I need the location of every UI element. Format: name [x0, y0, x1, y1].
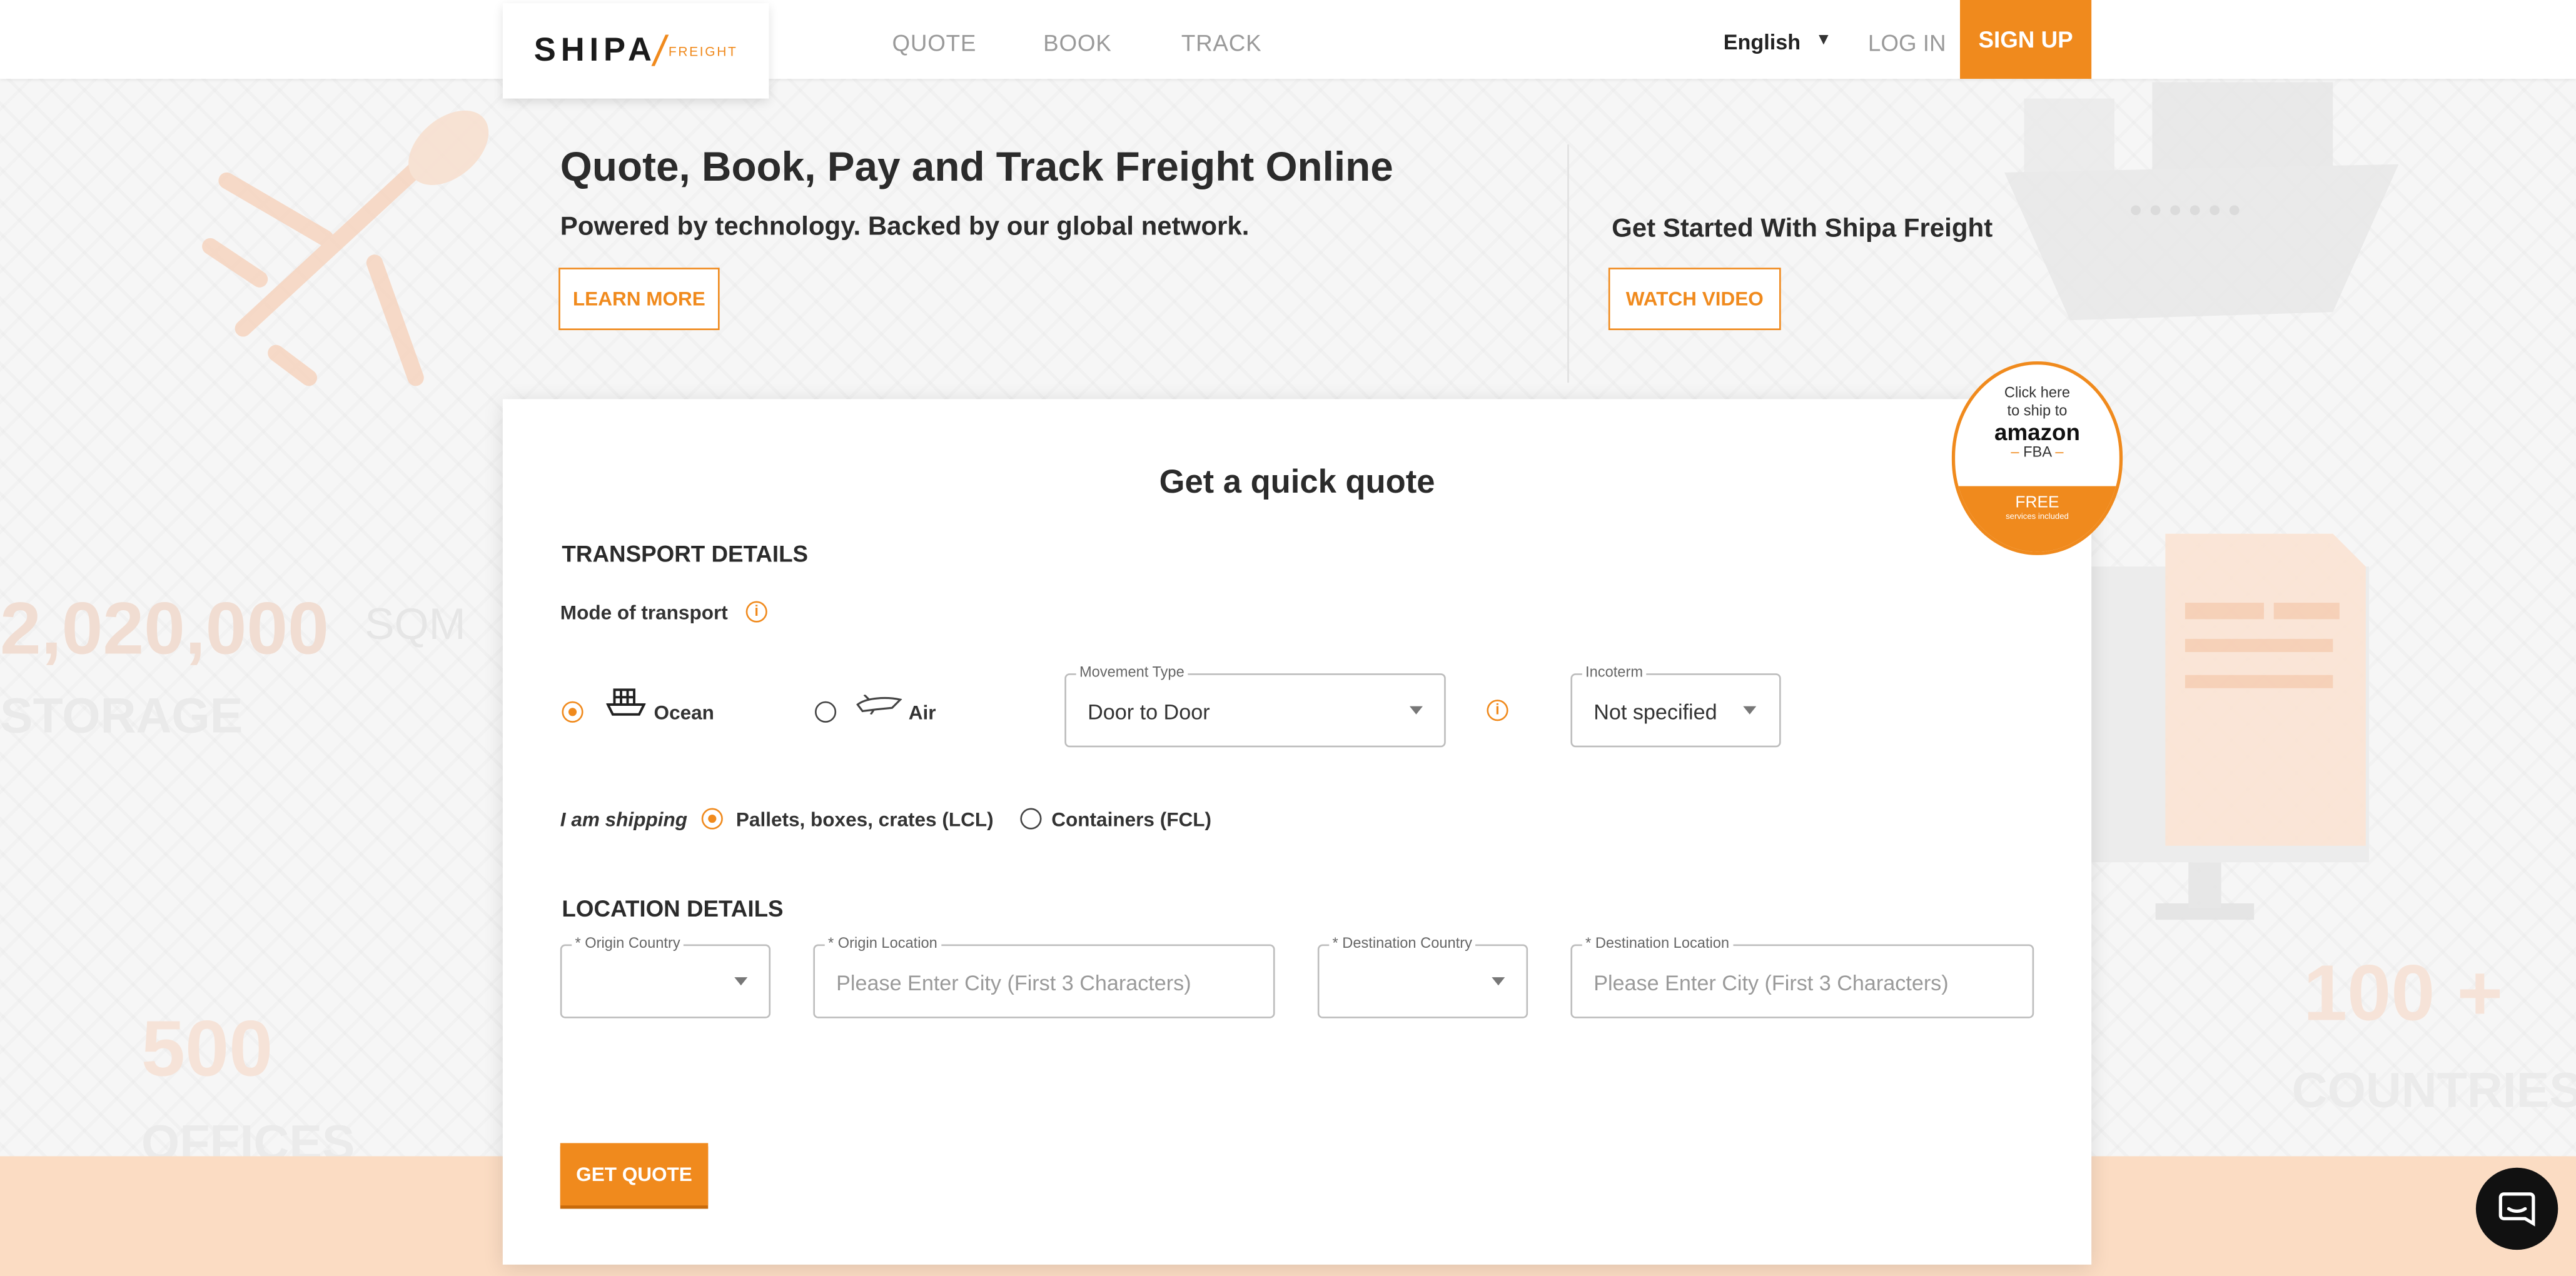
chevron-down-icon	[734, 977, 748, 986]
mode-of-transport-label: Mode of transport	[560, 601, 728, 625]
quick-quote-card: Get a quick quote TRANSPORT DETAILS Mode…	[502, 399, 2092, 1265]
amazon-badge-free-section: FREE services included	[1955, 486, 2119, 552]
offices-stat-value: 500	[141, 1007, 273, 1094]
ocean-radio[interactable]	[562, 701, 583, 723]
logo-subtext: FREIGHT	[668, 43, 738, 59]
origin-location-input[interactable]: * Origin Location Please Enter City (Fir…	[813, 934, 1275, 1018]
incoterm-value: Not specified	[1594, 700, 1717, 725]
nav-quote-link[interactable]: QUOTE	[892, 29, 976, 56]
lcl-radio[interactable]	[701, 808, 723, 830]
ship-icon	[606, 688, 646, 716]
movement-type-label: Movement Type	[1076, 663, 1188, 680]
chat-button[interactable]	[2475, 1167, 2558, 1250]
origin-country-select[interactable]: * Origin Country	[560, 934, 771, 1018]
countries-stat-label: COUNTRIES	[2291, 1064, 2576, 1118]
logo[interactable]: SHIPA / FREIGHT	[502, 3, 769, 99]
document-monitor-illustration	[2089, 533, 2370, 920]
countries-stat-value: 100 +	[2303, 951, 2503, 1038]
quick-quote-title: Get a quick quote	[1159, 465, 1435, 501]
fcl-radio[interactable]	[1020, 808, 1042, 830]
nav-book-link[interactable]: BOOK	[1043, 29, 1111, 56]
info-icon[interactable]: i	[745, 601, 767, 623]
location-details-heading: LOCATION DETAILS	[562, 895, 784, 922]
destination-country-label: * Destination Country	[1329, 934, 1476, 952]
amazon-logo-text: amazon	[1994, 418, 2080, 445]
lcl-label[interactable]: Pallets, boxes, crates (LCL)	[736, 808, 994, 831]
watch-video-button[interactable]: WATCH VIDEO	[1608, 268, 1781, 331]
login-link[interactable]: LOG IN	[1868, 29, 1946, 56]
i-am-shipping-label: I am shipping	[560, 808, 687, 831]
learn-more-button[interactable]: LEARN MORE	[558, 268, 720, 331]
plane-icon	[856, 695, 902, 715]
amazon-badge-line1: Click here	[2004, 384, 2071, 401]
incoterm-select[interactable]: Incoterm Not specified	[1570, 663, 1781, 748]
hero-subtitle: Powered by technology. Backed by our glo…	[560, 213, 1250, 242]
origin-location-label: * Origin Location	[824, 934, 941, 952]
storage-stat-label: STORAGE	[0, 690, 243, 745]
top-navigation	[0, 0, 2576, 79]
get-started-heading: Get Started With Shipa Freight	[1612, 215, 1993, 243]
chevron-down-icon	[1743, 706, 1757, 715]
origin-location-placeholder: Please Enter City (First 3 Characters)	[836, 970, 1191, 995]
storage-stat-value: 2,020,000	[0, 586, 329, 670]
get-quote-button[interactable]: GET QUOTE	[560, 1143, 709, 1206]
fba-label-row: – FBA –	[2011, 443, 2064, 460]
hero-divider	[1567, 144, 1569, 383]
signup-button[interactable]: SIGN UP	[1960, 0, 2092, 79]
ocean-label[interactable]: Ocean	[654, 701, 714, 725]
chevron-down-icon	[1409, 706, 1423, 715]
movement-type-value: Door to Door	[1088, 700, 1210, 725]
movement-type-select[interactable]: Movement Type Door to Door	[1064, 663, 1446, 748]
hero-title: Quote, Book, Pay and Track Freight Onlin…	[560, 144, 1393, 191]
chevron-down-icon[interactable]: ▼	[1816, 31, 1832, 49]
destination-location-placeholder: Please Enter City (First 3 Characters)	[1594, 970, 1949, 995]
free-label: FREE	[2015, 494, 2059, 513]
info-icon[interactable]: i	[1487, 700, 1508, 721]
amazon-fba-badge[interactable]: Click here to ship to amazon – FBA – FRE…	[1951, 361, 2123, 555]
chat-icon	[2498, 1192, 2535, 1227]
logo-text: SHIPA	[533, 32, 657, 69]
fba-label: FBA	[2023, 443, 2051, 460]
incoterm-label: Incoterm	[1582, 663, 1647, 680]
origin-country-label: * Origin Country	[572, 934, 684, 952]
fcl-label[interactable]: Containers (FCL)	[1051, 808, 1211, 831]
air-label[interactable]: Air	[909, 701, 936, 725]
air-radio[interactable]	[814, 701, 837, 723]
transport-details-heading: TRANSPORT DETAILS	[562, 540, 809, 567]
nav-track-link[interactable]: TRACK	[1181, 29, 1262, 56]
storage-stat-unit: SQM	[365, 599, 466, 649]
ship-illustration	[2004, 82, 2399, 321]
destination-country-select[interactable]: * Destination Country	[1317, 934, 1528, 1018]
airplane-illustration	[202, 110, 489, 386]
page-root: 2,020,000 SQM STORAGE 500 OFFICES 100 + …	[0, 0, 2576, 1276]
destination-location-input[interactable]: * Destination Location Please Enter City…	[1570, 934, 2034, 1018]
chevron-down-icon	[1492, 977, 1505, 986]
services-included-label: services included	[2006, 512, 2069, 523]
destination-location-label: * Destination Location	[1582, 934, 1733, 952]
amazon-badge-line2: to ship to	[2007, 402, 2068, 419]
language-selector[interactable]: English	[1724, 29, 1801, 54]
